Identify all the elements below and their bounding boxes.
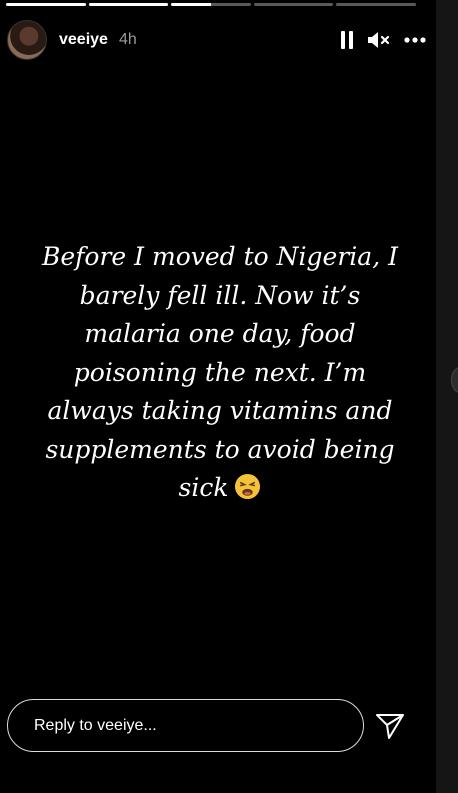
caption-line: Before I moved to Nigeria, I [42,242,398,271]
caption-line: supplements to avoid being [45,434,395,464]
mute-button[interactable] [367,30,391,50]
progress-segment [171,3,251,6]
caption-line: barely fell ill. Now it’s [79,280,361,310]
more-options-button[interactable] [403,36,427,44]
caption-line: always taking vitamins and [47,396,393,425]
weary-face-emoji [235,473,261,500]
reply-input[interactable]: Reply to veeiye... [7,699,364,752]
timestamp: 4h [118,31,137,48]
pause-icon [341,31,353,49]
caption-line: malaria one day, food [84,319,356,348]
progress-segment [336,3,416,6]
story-header: veeiye 4h [7,20,427,60]
caption-last-line: sick [22,469,418,508]
story-progress-bar [6,3,416,6]
story-controls [339,30,427,50]
username[interactable]: veeiye [59,31,108,49]
story-viewer[interactable]: veeiye 4h Before I moved to Nigeria, I b… [0,0,436,793]
send-icon [376,714,404,739]
mute-icon [368,32,390,48]
caption-line: poisoning the next. I’m [73,357,367,387]
send-button[interactable] [374,710,406,742]
caption-line: sick [178,473,229,502]
progress-segment [6,3,86,6]
progress-segment [253,3,334,6]
reply-placeholder: Reply to veeiye... [34,716,157,734]
progress-segment [88,3,169,6]
pause-button[interactable] [339,30,355,50]
avatar[interactable] [7,20,47,60]
side-panel [436,0,458,793]
more-icon [404,37,426,43]
story-caption: Before I moved to Nigeria, I barely fell… [22,238,418,508]
